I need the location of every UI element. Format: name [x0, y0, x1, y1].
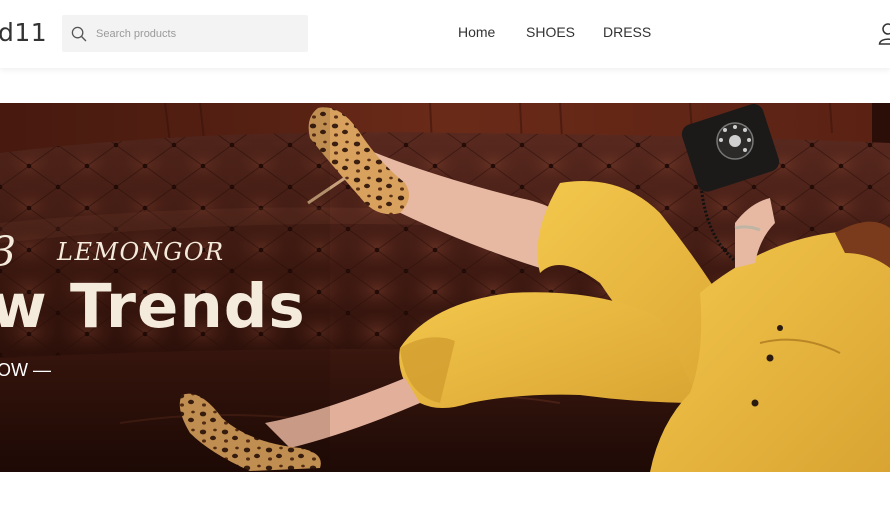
search-icon[interactable]: [71, 26, 87, 42]
nav-shoes[interactable]: SHOES: [526, 24, 575, 40]
hero-brand: LEMONGOR: [57, 238, 225, 266]
hero-banner[interactable]: 23 LEMONGOR ew Trends NOW —: [0, 103, 890, 472]
user-icon[interactable]: [878, 22, 890, 46]
search-input[interactable]: [94, 26, 298, 41]
search-bar[interactable]: [62, 15, 308, 52]
hero-title: ew Trends: [0, 271, 306, 342]
site-logo[interactable]: d11: [0, 18, 47, 47]
nav-dress[interactable]: DRESS: [603, 24, 651, 40]
nav-home[interactable]: Home: [458, 24, 495, 40]
site-header: d11 Home SHOES DRESS: [0, 0, 890, 68]
hero-year: 23: [0, 228, 16, 276]
shop-now-link[interactable]: NOW —: [0, 360, 51, 381]
